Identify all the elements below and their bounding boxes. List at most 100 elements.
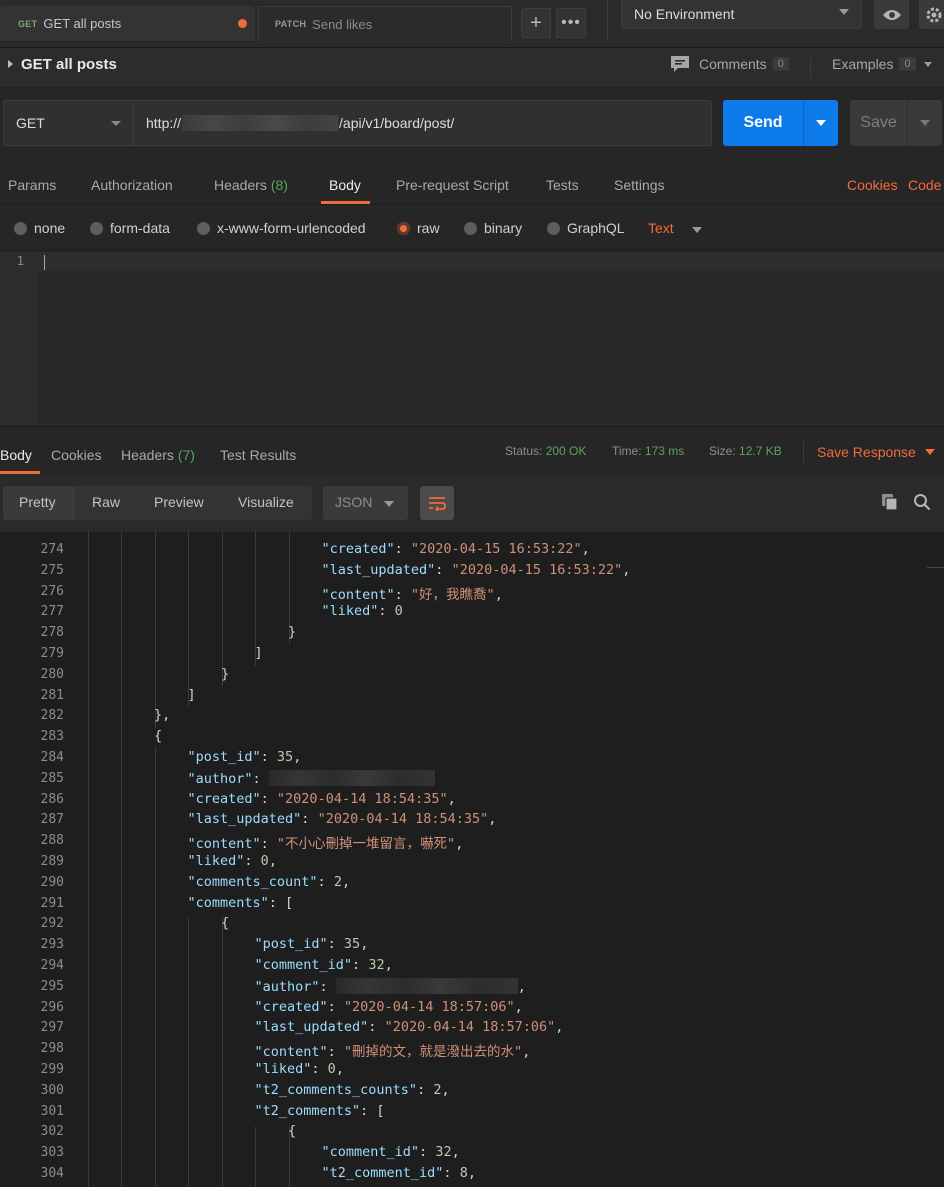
json-number: 0	[394, 603, 403, 620]
code-line: 288 "content": "不小心刪掉一堆留言，嚇死",	[0, 831, 944, 852]
manage-environments-button[interactable]	[919, 0, 944, 29]
examples-button[interactable]: Examples 0	[832, 56, 932, 72]
code-text: "last_updated": "2020-04-14 18:54:35",	[188, 811, 497, 827]
format-visualize[interactable]: Visualize	[238, 494, 294, 510]
json-key: "author"	[254, 978, 320, 995]
response-body-viewer[interactable]: 274 "created": "2020-04-15 16:53:22", 275 "…	[0, 532, 944, 1187]
format-pretty[interactable]: Pretty	[19, 494, 56, 510]
wrap-lines-button[interactable]	[420, 486, 454, 520]
json-punctuation: {	[288, 1123, 297, 1140]
status-value: 200 OK	[545, 444, 587, 458]
url-input[interactable]: http:// /api/v1/board/post/	[134, 100, 712, 146]
code-line: 276 "content": "好，我瞧喬",	[0, 582, 944, 603]
code-text: "post_id": 35,	[188, 749, 302, 765]
radio-circle	[397, 221, 410, 235]
response-tab-cookies[interactable]: Cookies	[51, 447, 102, 463]
tab-pre-request-script[interactable]: Pre-request Script	[396, 177, 509, 193]
line-number: 302	[40, 1124, 64, 1140]
method-select[interactable]: GET	[3, 100, 134, 146]
tab-authorization[interactable]: Authorization	[91, 177, 173, 193]
code-text: "created": "2020-04-14 18:57:06",	[255, 999, 523, 1015]
response-tab-test-results[interactable]: Test Results	[220, 447, 296, 463]
raw-type-select[interactable]: Text	[648, 220, 674, 236]
radio-none[interactable]: none	[14, 220, 65, 236]
response-toolbar: Pretty Raw Preview Visualize JSON	[0, 474, 944, 532]
json-punctuation: :	[419, 1144, 436, 1161]
search-icon[interactable]	[913, 493, 931, 514]
radio-label: none	[34, 220, 66, 236]
response-tab-body[interactable]: Body	[0, 447, 32, 463]
divider	[607, 0, 608, 40]
chevron-down-icon[interactable]	[925, 449, 935, 455]
size-value: 12.7 KB	[739, 444, 782, 458]
radio-label: x-www-form-urlencoded	[217, 220, 366, 236]
radio-form-data[interactable]: form-data	[90, 220, 170, 236]
language-select[interactable]: JSON	[323, 486, 408, 520]
json-punctuation: :	[301, 811, 318, 828]
json-punctuation: :	[368, 1019, 385, 1036]
radio-graphql[interactable]: GraphQL	[547, 220, 625, 236]
time-indicator[interactable]: Time: 173 ms	[612, 444, 684, 458]
eye-icon	[882, 9, 901, 20]
send-button[interactable]: Send	[723, 100, 803, 146]
tab-tests[interactable]: Tests	[546, 177, 579, 193]
code-line: 302 {	[0, 1122, 944, 1143]
radio-raw[interactable]: raw	[397, 220, 440, 236]
code-text: "liked": 0,	[188, 853, 277, 869]
request-body-editor[interactable]: 1	[0, 252, 944, 425]
line-gutter: 1	[0, 252, 38, 425]
cookies-link[interactable]: Cookies	[847, 177, 898, 193]
comments-button[interactable]: Comments 0	[670, 55, 789, 73]
line-number: 275	[40, 562, 64, 578]
copy-icon[interactable]	[881, 493, 899, 514]
json-number: 2	[333, 873, 342, 890]
environment-select[interactable]: No Environment	[621, 0, 862, 29]
save-button[interactable]: Save	[850, 100, 907, 146]
code-line: 297 "last_updated": "2020-04-14 18:57:06"…	[0, 1018, 944, 1039]
tab-params[interactable]: Params	[8, 177, 56, 193]
format-preview[interactable]: Preview	[154, 494, 204, 510]
json-punctuation: ,	[522, 1044, 531, 1061]
save-options-button[interactable]	[907, 100, 942, 146]
code-line: 298 "content": "刪掉的文，就是潑出去的水",	[0, 1039, 944, 1060]
tab-headers[interactable]: Headers (8)	[214, 177, 288, 193]
radio-binary[interactable]: binary	[464, 220, 522, 236]
json-key: "content"	[321, 586, 395, 603]
response-tab-headers[interactable]: Headers (7)	[121, 447, 195, 463]
code-link[interactable]: Code	[908, 177, 941, 193]
response-header: Body Cookies Headers (7) Test Results St…	[0, 426, 944, 474]
line-number: 280	[40, 666, 64, 682]
tab-settings[interactable]: Settings	[614, 177, 665, 193]
json-key: "last_updated"	[321, 561, 436, 578]
format-raw[interactable]: Raw	[92, 494, 120, 510]
line-number: 284	[40, 750, 64, 765]
code-line: 300 "t2_comments_counts": 2,	[0, 1081, 944, 1102]
chevron-down-icon[interactable]	[692, 227, 702, 233]
json-punctuation: :	[378, 603, 395, 620]
environment-quick-look-button[interactable]	[874, 0, 909, 29]
code-text: "comment_id": 32,	[322, 1144, 460, 1160]
more-tabs-button[interactable]: •••	[556, 8, 586, 38]
request-name[interactable]: GET all posts	[21, 56, 117, 73]
code-text: "created": "2020-04-14 18:54:35",	[188, 791, 456, 807]
save-response-button[interactable]: Save Response	[817, 444, 916, 460]
status-indicator[interactable]: Status: 200 OK	[505, 444, 586, 458]
code-line: 282},	[0, 706, 944, 727]
radio-urlencoded[interactable]: x-www-form-urlencoded	[197, 220, 366, 236]
size-indicator[interactable]: Size: 12.7 KB	[709, 444, 782, 458]
tab-method: PATCH	[275, 19, 307, 29]
send-options-button[interactable]	[803, 100, 838, 146]
line-number: 294	[40, 958, 64, 973]
tab-get-all-posts[interactable]: GET GET all posts	[0, 6, 255, 41]
json-punctuation: : [	[268, 894, 294, 911]
json-punctuation: ,	[341, 873, 351, 890]
examples-label: Examples	[832, 56, 894, 72]
expand-icon[interactable]	[8, 60, 13, 68]
json-key: "comments"	[187, 894, 269, 911]
json-number: 35	[276, 749, 294, 765]
new-tab-button[interactable]: +	[521, 8, 551, 38]
tab-send-likes[interactable]: PATCH Send likes	[258, 6, 512, 41]
chevron-down-icon	[111, 121, 121, 126]
tab-body[interactable]: Body	[329, 177, 361, 193]
scrollbar[interactable]	[927, 532, 944, 568]
